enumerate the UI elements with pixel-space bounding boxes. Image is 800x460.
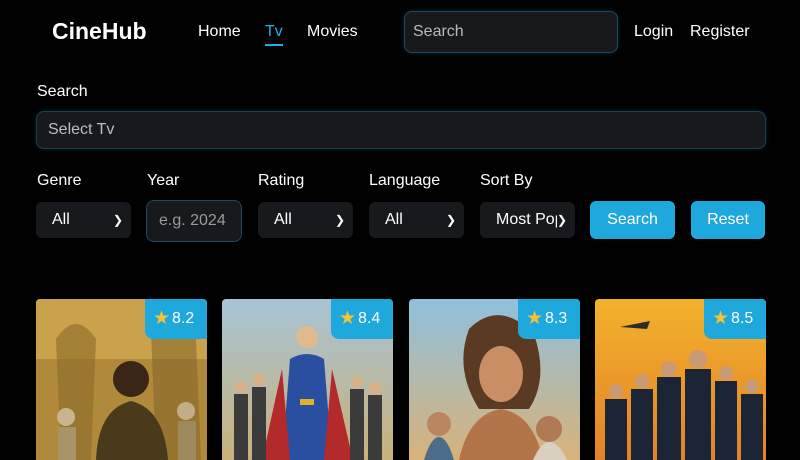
rating-value: 8.2: [172, 310, 195, 327]
register-link[interactable]: Register: [690, 23, 750, 41]
rating-badge: ★ 8.4: [331, 299, 393, 339]
select-tv-field[interactable]: Select Tv: [36, 111, 766, 149]
language-select[interactable]: All ❯: [369, 202, 464, 238]
nav-tv-label: Tv: [265, 23, 283, 40]
rating-value: 8.3: [545, 310, 568, 327]
year-input[interactable]: e.g. 2024: [146, 200, 242, 242]
rating-value: All: [274, 211, 292, 228]
star-icon: ★: [712, 308, 730, 329]
tv-card[interactable]: ★ 8.5: [595, 299, 766, 460]
sort-by-select[interactable]: Most Pop ❯: [480, 202, 575, 238]
rating-badge: ★ 8.3: [518, 299, 580, 339]
tv-card[interactable]: ★ 8.4: [222, 299, 393, 460]
nav-home[interactable]: Home: [198, 23, 241, 41]
tv-card[interactable]: ★ 8.2: [36, 299, 207, 460]
tv-card[interactable]: ★ 8.3: [409, 299, 580, 460]
search-button[interactable]: Search: [590, 201, 675, 239]
rating-value: 8.4: [358, 310, 381, 327]
chevron-down-icon: ❯: [556, 202, 567, 238]
star-icon: ★: [339, 308, 357, 329]
active-underline: [265, 44, 283, 46]
rating-badge: ★ 8.5: [704, 299, 766, 339]
year-label: Year: [147, 172, 180, 189]
rating-badge: ★ 8.2: [145, 299, 207, 339]
navbar: CineHub Home Tv Movies Login Register: [0, 0, 800, 64]
genre-value: All: [52, 211, 70, 228]
reset-button[interactable]: Reset: [691, 201, 765, 239]
genre-select[interactable]: All ❯: [36, 202, 131, 238]
rating-value: 8.5: [731, 310, 754, 327]
chevron-down-icon: ❯: [334, 213, 345, 227]
chevron-down-icon: ❯: [445, 213, 456, 227]
nav-movies[interactable]: Movies: [307, 23, 358, 41]
language-value: All: [385, 211, 403, 228]
logo[interactable]: CineHub: [52, 18, 147, 45]
star-icon: ★: [526, 308, 544, 329]
rating-label: Rating: [258, 172, 305, 189]
genre-label: Genre: [37, 172, 82, 189]
star-icon: ★: [153, 308, 171, 329]
search-label: Search: [37, 83, 88, 100]
search-input[interactable]: [404, 11, 618, 53]
nav-tv[interactable]: Tv: [265, 23, 283, 46]
chevron-down-icon: ❯: [112, 213, 123, 227]
login-link[interactable]: Login: [634, 23, 673, 41]
rating-select[interactable]: All ❯: [258, 202, 353, 238]
sort-by-value: Most Pop: [496, 211, 564, 228]
sort-by-label: Sort By: [480, 172, 533, 189]
language-label: Language: [369, 172, 441, 189]
